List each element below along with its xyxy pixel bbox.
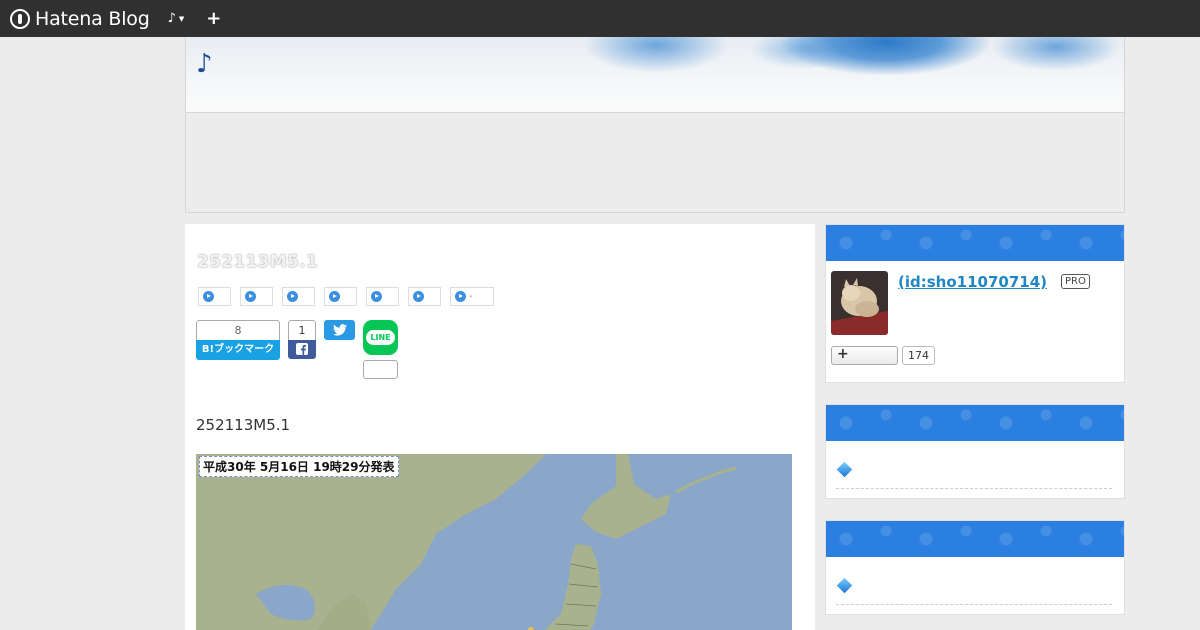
- plus-icon: +: [837, 346, 849, 362]
- play-circle-icon: [371, 291, 382, 302]
- facebook-share-count: 1: [288, 320, 316, 340]
- article: 252113M5.1 - 8 B!ブックマーク 1 LINE 252113M5.…: [185, 224, 815, 630]
- bookmark-count[interactable]: 8: [196, 320, 280, 340]
- sidebar-module: [825, 404, 1125, 499]
- profile-avatar[interactable]: [831, 271, 888, 335]
- facebook-share-widget: 1: [288, 320, 316, 359]
- play-circle-icon: [329, 291, 340, 302]
- play-circle-icon: [455, 291, 466, 302]
- blog-menu-label: ♪: [167, 11, 176, 26]
- blog-header: ♪: [185, 37, 1125, 113]
- pro-badge: PRO: [1061, 274, 1090, 289]
- blog-menu-dropdown[interactable]: ♪ ▼: [168, 11, 185, 26]
- global-header: Hatena Blog ♪ ▼ +: [0, 0, 1200, 37]
- map-caption: 平成30年 5月16日 19時29分発表: [199, 456, 399, 477]
- line-icon: LINE: [366, 330, 395, 345]
- category-link[interactable]: [240, 287, 273, 306]
- line-share-button[interactable]: LINE: [363, 320, 398, 355]
- category-link[interactable]: [198, 287, 231, 306]
- blog-title[interactable]: ♪: [196, 49, 213, 79]
- play-circle-icon: [245, 291, 256, 302]
- facebook-glyph: [296, 343, 308, 355]
- play-circle-icon: [287, 291, 298, 302]
- line-share-count: [363, 360, 398, 379]
- entry-title[interactable]: 252113M5.1: [197, 252, 318, 272]
- line-share-widget: LINE: [363, 320, 398, 379]
- category-list: -: [198, 287, 503, 306]
- japan-map-graphic: [196, 454, 792, 630]
- category-link[interactable]: [282, 287, 315, 306]
- hatena-bookmark-button[interactable]: B!ブックマーク: [196, 340, 280, 360]
- ad-banner-area: [185, 113, 1125, 213]
- category-link[interactable]: [366, 287, 399, 306]
- category-link[interactable]: [324, 287, 357, 306]
- category-link[interactable]: [408, 287, 441, 306]
- earthquake-map-image[interactable]: 平成30年 5月16日 19時29分発表: [196, 454, 792, 630]
- hatena-bookmark-widget: 8 B!ブックマーク: [196, 320, 280, 360]
- brand-name: Hatena Blog: [35, 7, 150, 30]
- list-item: [836, 461, 1112, 489]
- list-item: [836, 577, 1112, 605]
- sidebar-module: [825, 520, 1125, 615]
- new-post-button[interactable]: +: [206, 8, 221, 29]
- play-circle-icon: [203, 291, 214, 302]
- chevron-down-icon: ▼: [178, 14, 185, 23]
- profile-id-link[interactable]: (id:sho11070714): [898, 273, 1047, 291]
- sidebar-profile-module: (id:sho11070714) PRO + 174: [825, 224, 1125, 383]
- cat-avatar-image: [831, 271, 888, 335]
- category-link[interactable]: -: [450, 287, 494, 306]
- diamond-bullet-icon[interactable]: [836, 461, 853, 478]
- hatena-logo-icon: [10, 8, 30, 29]
- hatena-blog-logo-link[interactable]: Hatena Blog: [10, 8, 150, 30]
- module-header: [826, 521, 1124, 557]
- follow-button[interactable]: +: [831, 346, 898, 365]
- play-circle-icon: [413, 291, 424, 302]
- diamond-bullet-icon[interactable]: [836, 577, 853, 594]
- module-header: [826, 225, 1124, 261]
- follower-count[interactable]: 174: [902, 346, 935, 365]
- twitter-bird-icon: [332, 324, 347, 336]
- entry-body-text: 252113M5.1: [196, 416, 291, 434]
- twitter-share-button[interactable]: [324, 320, 355, 340]
- facebook-icon[interactable]: [288, 340, 316, 359]
- module-header: [826, 405, 1124, 441]
